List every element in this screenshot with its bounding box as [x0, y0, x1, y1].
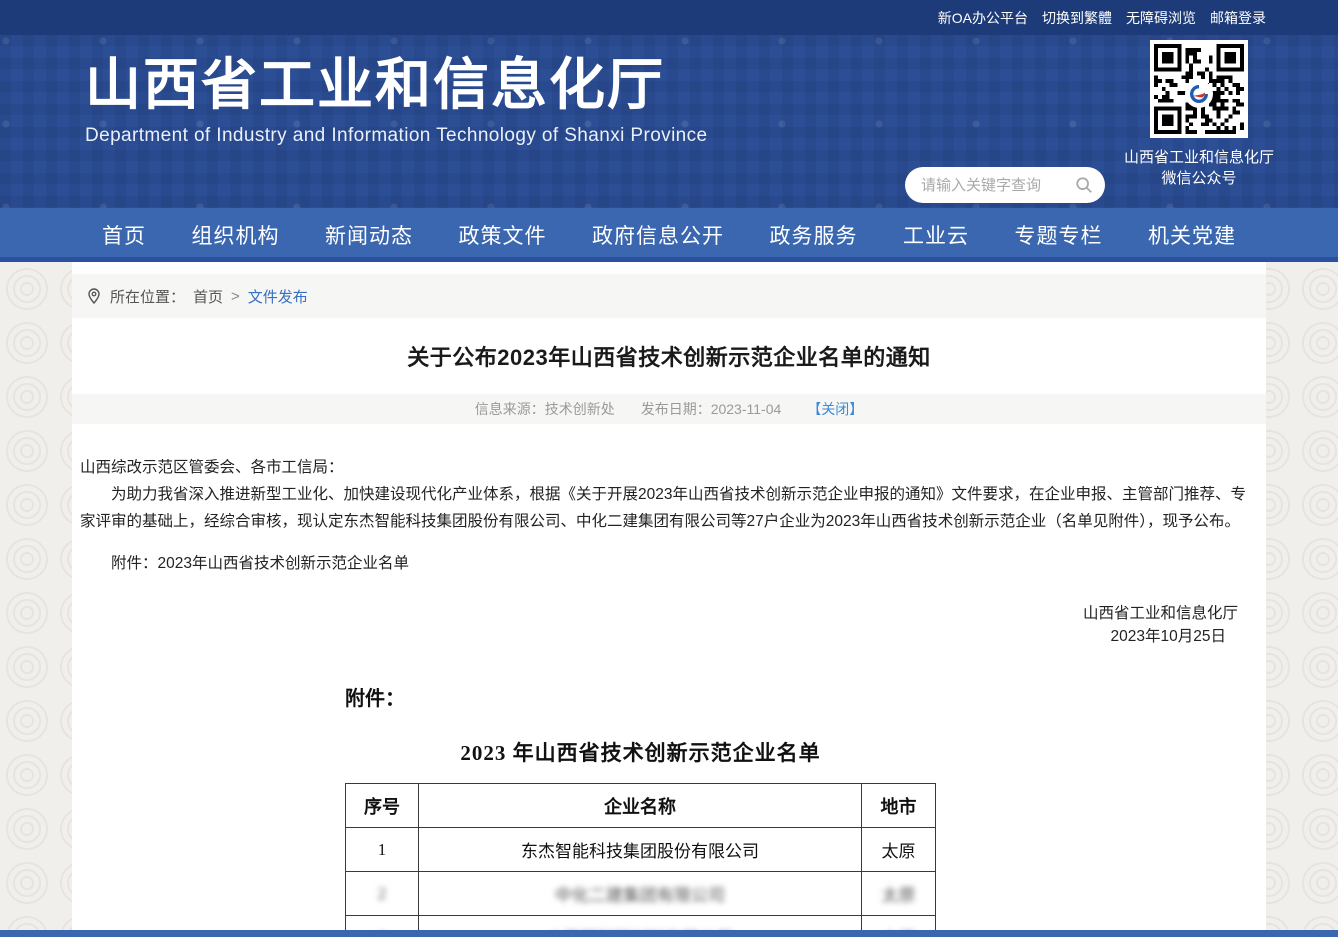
article-source: 信息来源：技术创新处 — [475, 399, 615, 419]
cell-company: 东杰智能科技集团股份有限公司 — [419, 828, 862, 872]
breadcrumb-home-link[interactable]: 首页 — [193, 286, 223, 307]
nav-link-4[interactable]: 政府信息公开 — [592, 225, 724, 248]
breadcrumb-current-link[interactable]: 文件发布 — [248, 286, 308, 307]
nav-item: 政府信息公开 — [592, 220, 724, 250]
location-pin-icon — [86, 288, 102, 304]
breadcrumb: 所在位置： 首页 > 文件发布 — [72, 274, 1266, 318]
nav-link-6[interactable]: 工业云 — [903, 225, 969, 248]
cell-no: 2 — [346, 872, 419, 916]
nav-link-5[interactable]: 政务服务 — [770, 225, 858, 248]
cell-company: 中化二建集团有限公司 — [419, 872, 862, 916]
nav-item: 新闻动态 — [325, 220, 413, 250]
nav-item: 政策文件 — [459, 220, 547, 250]
topbar-link-0[interactable]: 新OA办公平台 — [938, 8, 1028, 28]
search-box[interactable] — [905, 167, 1105, 203]
column-header-city: 地市 — [862, 784, 936, 828]
site-header: 山西省工业和信息化厅 Department of Industry and In… — [0, 35, 1338, 208]
signer-name: 山西省工业和信息化厅 — [72, 603, 1238, 625]
site-title: 山西省工业和信息化厅 — [85, 53, 708, 117]
qr-caption-line1: 山西省工业和信息化厅 — [1119, 147, 1279, 168]
nav-link-1[interactable]: 组织机构 — [192, 225, 280, 248]
nav-item: 政务服务 — [770, 220, 858, 250]
column-header-no: 序号 — [346, 784, 419, 828]
topbar: 新OA办公平台切换到繁體无障碍浏览邮箱登录 — [0, 0, 1338, 35]
sign-date: 2023年10月25日 — [72, 626, 1238, 648]
topbar-link-1[interactable]: 切换到繁體 — [1042, 8, 1112, 28]
site-subtitle: Department of Industry and Information T… — [85, 125, 708, 147]
article-signature: 山西省工业和信息化厅 2023年10月25日 — [72, 603, 1266, 648]
nav-item: 专题专栏 — [1015, 220, 1103, 250]
cell-no: 1 — [346, 828, 419, 872]
site-brand: 山西省工业和信息化厅 Department of Industry and In… — [85, 53, 708, 147]
article-meta: 信息来源：技术创新处 发布日期：2023-11-04 【关闭】 — [72, 394, 1266, 424]
table-row: 1东杰智能科技集团股份有限公司太原 — [346, 828, 936, 872]
nav-link-8[interactable]: 机关党建 — [1148, 225, 1236, 248]
qr-caption: 山西省工业和信息化厅 微信公众号 — [1119, 147, 1279, 189]
article-salutation: 山西综改示范区管委会、各市工信局： — [80, 454, 1258, 481]
nav-link-2[interactable]: 新闻动态 — [325, 225, 413, 248]
breadcrumb-separator: > — [231, 288, 240, 305]
attachment-table-title: 2023 年山西省技术创新示范企业名单 — [345, 737, 936, 767]
table-row: 2中化二建集团有限公司太原 — [346, 872, 936, 916]
footer-top-bar — [0, 930, 1338, 937]
wechat-qr-block: 山西省工业和信息化厅 微信公众号 — [1150, 40, 1248, 189]
content-panel: 所在位置： 首页 > 文件发布 关于公布2023年山西省技术创新示范企业名单的通… — [72, 262, 1266, 937]
nav-item: 组织机构 — [192, 220, 280, 250]
article-title: 关于公布2023年山西省技术创新示范企业名单的通知 — [72, 340, 1266, 372]
page-background: 所在位置： 首页 > 文件发布 关于公布2023年山西省技术创新示范企业名单的通… — [0, 262, 1338, 932]
topbar-link-3[interactable]: 邮箱登录 — [1210, 8, 1266, 28]
nav-link-3[interactable]: 政策文件 — [459, 225, 547, 248]
department-logo-icon — [1187, 82, 1211, 106]
attachment-label: 附件： — [345, 682, 936, 711]
article-date: 发布日期：2023-11-04 — [641, 399, 782, 419]
topbar-link-2[interactable]: 无障碍浏览 — [1126, 8, 1196, 28]
nav-link-0[interactable]: 首页 — [102, 225, 146, 248]
nav-item: 工业云 — [903, 220, 969, 250]
search-icon[interactable] — [1075, 176, 1093, 194]
breadcrumb-label: 所在位置： — [110, 286, 185, 307]
cell-city: 太原 — [862, 828, 936, 872]
search-input[interactable] — [921, 177, 1075, 194]
column-header-company: 企业名称 — [419, 784, 862, 828]
attachment-document: 附件： 2023 年山西省技术创新示范企业名单 序号 企业名称 地市 1东杰智能… — [345, 682, 936, 937]
cell-city: 太原 — [862, 872, 936, 916]
table-header-row: 序号 企业名称 地市 — [346, 784, 936, 828]
nav-item: 首页 — [102, 220, 146, 250]
qr-caption-line2: 微信公众号 — [1119, 168, 1279, 189]
article-body: 山西综改示范区管委会、各市工信局： 为助力我省深入推进新型工业化、加快建设现代化… — [72, 424, 1266, 577]
nav-item: 机关党建 — [1148, 220, 1236, 250]
main-nav: 首页 组织机构 新闻动态 政策文件 政府信息公开 政务服务 工业云 专题专栏 机关党建 — [0, 208, 1338, 262]
article-attachment-line: 附件：2023年山西省技术创新示范企业名单 — [80, 550, 1258, 577]
company-list-table: 序号 企业名称 地市 1东杰智能科技集团股份有限公司太原2中化二建集团有限公司太… — [345, 783, 936, 937]
nav-link-7[interactable]: 专题专栏 — [1015, 225, 1103, 248]
close-button[interactable]: 【关闭】 — [807, 399, 863, 419]
article-paragraph: 为助力我省深入推进新型工业化、加快建设现代化产业体系，根据《关于开展2023年山… — [80, 481, 1258, 535]
